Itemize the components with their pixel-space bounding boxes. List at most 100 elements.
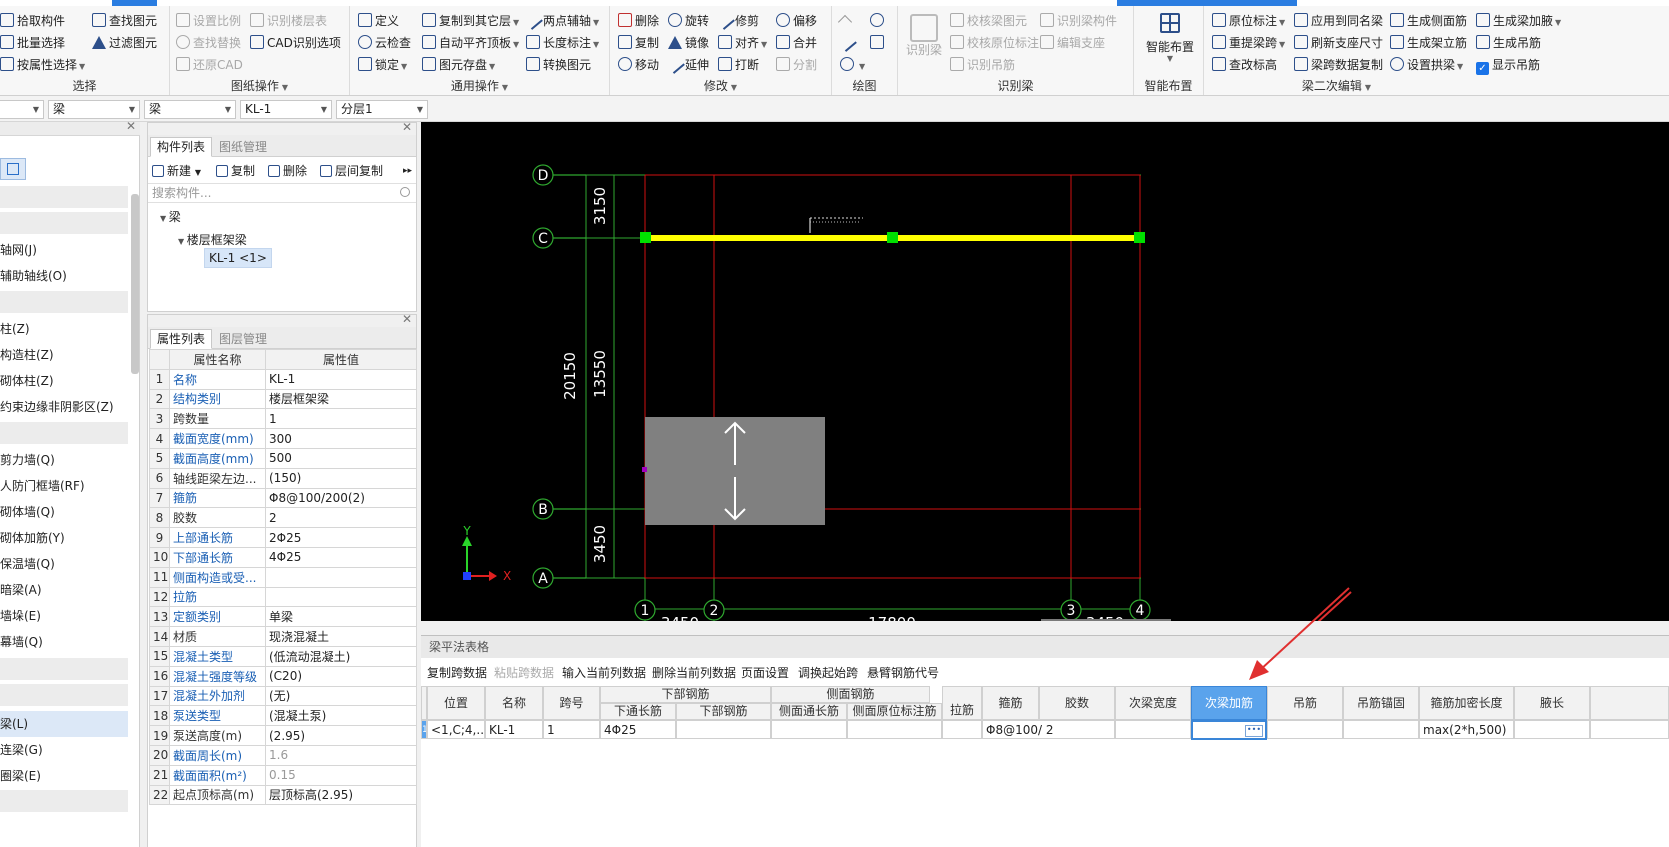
nav-item-construct-column[interactable]: 构造柱(Z) [0,342,128,368]
apply-same-name-button[interactable]: 应用到同名梁 [1294,11,1383,31]
col-side-continuous[interactable]: 侧面通长筋 [771,703,847,720]
cell-hanger[interactable] [1267,720,1343,739]
cell-span[interactable]: 1 [543,720,600,739]
floor-select[interactable]: ▼ [0,100,44,119]
tree-node-frame-beam[interactable]: ▼ 楼层框架梁 [178,231,247,248]
property-row[interactable]: 21 截面面积(m²) 0.15 [149,764,417,786]
restore-cad-button[interactable]: 还原CAD [176,55,243,75]
cell-name[interactable]: KL-1 [485,720,543,739]
cell-side-original[interactable] [847,720,942,739]
cell-bottom-continuous[interactable]: 4Φ25 [600,720,676,739]
component-select[interactable]: KL-1 ▼ [240,100,332,119]
select-by-property-button[interactable]: 按属性选择 ▼ [0,55,85,75]
split-button[interactable]: 分割 [776,55,817,75]
point-tool-button[interactable] [837,11,853,31]
property-row[interactable]: 4 截面宽度(mm) 300 [149,428,417,449]
gen-erection-bar-button[interactable]: 生成架立筋 [1390,33,1467,53]
col-hanger-anchor[interactable]: 吊筋锚固 [1343,686,1419,720]
nav-item-hidden-beam[interactable]: 暗梁(A) [0,577,128,603]
property-row[interactable]: 22 起点顶标高(m) 层顶标高(2.95) [149,784,417,806]
col-group-bottom-bar[interactable]: 下部钢筋 [600,686,771,703]
extend-button[interactable]: 延伸 [665,54,709,75]
break-button[interactable]: 打断 [718,55,759,75]
cell-hanger-anchor[interactable] [1343,720,1419,739]
type-select[interactable]: 梁 ▼ [144,100,236,119]
arc-tool-button[interactable] [870,11,887,31]
lock-button[interactable]: 锁定 ▼ [358,55,407,75]
paste-span-data-button[interactable]: 粘贴跨数据 [494,664,554,681]
drawing-canvas[interactable]: D C B A 1 2 3 4 3150 20150 13550 3450 34… [421,122,1669,621]
property-value[interactable]: 层顶标高(2.95) [265,784,417,806]
batch-select-button[interactable]: 批量选择 [0,33,65,53]
cell-position[interactable]: <1,C;4,... [427,720,485,739]
layer-select[interactable]: 分层1 ▼ [336,100,428,119]
convert-element-button[interactable]: 转换图元 [526,55,591,75]
edit-support-button[interactable]: 编辑支座 [1040,33,1105,53]
identify-floor-table-button[interactable]: 识别楼层表 [250,11,327,31]
nav-item-masonry-column[interactable]: 砌体柱(Z) [0,368,128,394]
property-row[interactable]: 7 箍筋 Φ8@100/200(2) [149,487,417,509]
tab-layer-management[interactable]: 图层管理 [212,329,274,349]
col-tie[interactable]: 拉筋 [942,686,982,720]
property-value[interactable] [265,586,417,608]
tab-property-list[interactable]: 属性列表 [150,329,213,349]
merge-button[interactable]: 合并 [776,33,817,53]
property-value[interactable]: 楼层框架梁 [265,388,417,410]
col-position[interactable]: 位置 [427,686,485,720]
length-dimension-button[interactable]: 长度标注 ▼ [526,33,599,53]
align-button[interactable]: 对齐 ▼ [718,33,767,53]
property-value[interactable]: 单梁 [265,606,417,628]
copy-component-button[interactable]: 复制 [216,161,255,181]
property-row[interactable]: 14 材质 现浇混凝土 [149,626,417,647]
property-value[interactable]: (无) [265,685,417,707]
grip-end[interactable] [1134,232,1145,243]
property-row[interactable]: 18 泵送类型 (混凝土泵) [149,705,417,727]
nav-item-column[interactable]: 柱(Z) [0,316,128,342]
property-row[interactable]: 12 拉筋 [149,586,417,608]
element-save-button[interactable]: 图元存盘 ▼ [422,55,495,75]
cell-haunch-length[interactable] [1514,720,1590,739]
nav-item-coupling-beam[interactable]: 连梁(G) [0,737,128,763]
property-value[interactable]: (150) [265,467,417,489]
category-select[interactable]: 梁 ▼ [48,100,140,119]
property-row[interactable]: 11 侧面构造或受... [149,566,417,588]
property-value[interactable]: 2Φ25 [265,527,417,548]
line-tool-button[interactable] [837,32,857,53]
filter-element-button[interactable]: 过滤图元 [92,33,157,53]
identify-hanger-button[interactable]: 识别吊筋 [950,55,1015,75]
canvas-scrollbar[interactable] [1041,619,1171,621]
tab-drawing-management[interactable]: 图纸管理 [212,137,274,157]
delete-component-button[interactable]: 删除 [268,161,307,181]
copy-span-data-button[interactable]: 复制跨数据 [427,664,487,681]
property-row[interactable]: 13 定额类别 单梁 [149,606,417,628]
delete-column-data-button[interactable]: 删除当前列数据 [652,664,736,681]
gen-haunch-button[interactable]: 生成梁加腋 ▼ [1476,11,1561,31]
check-beam-element-button[interactable]: 校核梁图元 [950,11,1027,31]
property-value[interactable]: 300 [265,428,417,449]
cell-stirrup[interactable]: Φ8@100/ 2 [982,720,1115,739]
property-value[interactable]: 0.15 [265,764,417,786]
nav-item-shear-wall[interactable]: 剪力墙(Q) [0,447,128,473]
property-row[interactable]: 8 胶数 2 [149,507,417,529]
list-view-toggle[interactable] [0,158,26,180]
property-row[interactable]: 6 轴线距梁左边... (150) [149,467,417,489]
close-icon[interactable]: ✕ [126,119,136,133]
tree-node-kl1[interactable]: KL-1 <1> [204,248,272,268]
property-row[interactable]: 9 上部通长筋 2Φ25 [149,527,417,548]
property-value[interactable]: (C20) [265,665,417,687]
property-row[interactable]: 19 泵送高度(m) (2.95) [149,725,417,746]
re-extract-span-button[interactable]: 重提梁跨 ▼ [1212,33,1285,53]
pick-component-button[interactable]: 拾取构件 [0,11,65,31]
nav-item-ring-beam[interactable]: 圈梁(E) [0,763,128,789]
close-icon[interactable]: ✕ [402,120,412,134]
grip-mid[interactable] [887,232,898,243]
nav-item-masonry-wall[interactable]: 砌体墙(Q) [0,499,128,525]
property-value[interactable]: (混凝土泵) [265,705,417,727]
nav-item-masonry-rebar[interactable]: 砌体加筋(Y) [0,525,128,551]
set-arch-beam-button[interactable]: 设置拱梁 ▼ [1390,55,1463,75]
cell-secondary-add-bar[interactable]: ••• [1191,720,1267,740]
col-hanger[interactable]: 吊筋 [1267,686,1343,720]
tab-component-list[interactable]: 构件列表 [150,137,213,157]
more-icon[interactable]: ▸▸ [403,161,412,181]
nav-item-grid[interactable]: 轴网(J) [0,237,128,263]
